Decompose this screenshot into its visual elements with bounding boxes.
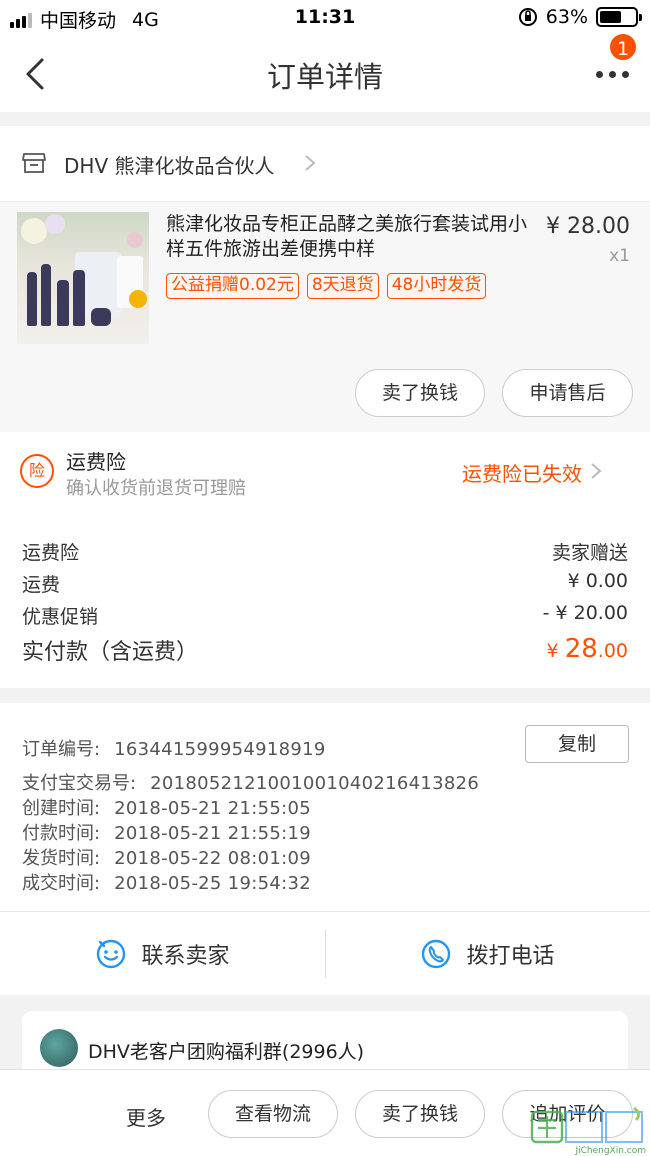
group-name[interactable]: DHV老客户团购福利群(2996人): [88, 1037, 364, 1064]
more-button[interactable]: 更多: [126, 1102, 166, 1131]
chat-bubble-icon: [97, 939, 126, 969]
info-label: 创建时间:: [22, 798, 101, 819]
product-price: ¥ 28.00: [546, 214, 630, 239]
info-label: 发货时间:: [22, 848, 101, 869]
watermark-text: JiChengXin.com: [575, 1146, 646, 1156]
info-label: 订单编号:: [22, 739, 101, 760]
product-title[interactable]: 熊津化妆品专柜正品酵之美旅行套装试用小样五件旅游出差便携中样: [166, 212, 536, 262]
fee-summary: 运费险 卖家赠送 运费 ¥ 0.00 优惠促销 - ¥ 20.00 实付款（含运…: [0, 512, 650, 688]
total-amount: ¥ 28.00: [547, 634, 628, 664]
service-tags: 公益捐赠0.02元 8天退货 48小时发货: [166, 273, 536, 299]
fee-label: 运费: [22, 574, 61, 596]
insurance-title: 运费险: [66, 450, 126, 474]
insurance-status[interactable]: 运费险已失效: [462, 458, 582, 487]
fee-value: - ¥ 20.00: [542, 602, 628, 624]
view-logistics-button[interactable]: 查看物流: [208, 1090, 338, 1138]
chevron-right-icon: [305, 155, 316, 171]
order-number: 订单编号: 163441599954918919: [22, 735, 326, 761]
notification-badge: 1: [608, 32, 638, 62]
more-dots-icon[interactable]: [596, 62, 630, 86]
insurance-icon: 险: [20, 454, 54, 488]
sell-button[interactable]: 卖了换钱: [355, 1090, 485, 1138]
info-value: 2018-05-21 21:55:05: [114, 798, 311, 819]
total-row: 实付款（含运费） ¥ 28.00: [22, 634, 628, 670]
contact-seller-button[interactable]: 联系卖家: [0, 912, 325, 996]
shop-row[interactable]: DHV 熊津化妆品合伙人: [0, 126, 650, 202]
product-item[interactable]: 熊津化妆品专柜正品酵之美旅行套装试用小样五件旅游出差便携中样 ¥ 28.00 x…: [0, 202, 650, 432]
insurance-subtitle: 确认收货前退货可理赔: [66, 478, 246, 499]
call-phone-label: 拨打电话: [466, 944, 555, 969]
battery-fill: [600, 11, 622, 23]
battery-icon: [596, 7, 642, 27]
info-value: 2018-05-21 21:55:19: [114, 823, 311, 844]
chevron-right-icon: [591, 463, 602, 479]
total-label: 实付款（含运费）: [22, 640, 199, 665]
alipay-trade-number: 支付宝交易号: 2018052121001001040216413826: [22, 769, 479, 795]
order-info: 订单编号: 163441599954918919 复制 支付宝交易号: 201805…: [0, 703, 650, 911]
status-bar: 中国移动 4G 11:31 63%: [0, 0, 650, 36]
fee-value: 卖家赠送: [551, 542, 628, 564]
sell-button[interactable]: 卖了换钱: [355, 369, 485, 417]
info-label: 支付宝交易号:: [22, 773, 137, 794]
shop-name[interactable]: DHV 熊津化妆品合伙人: [64, 150, 274, 179]
fee-row: 优惠促销 - ¥ 20.00: [22, 602, 628, 632]
fee-value: ¥ 0.00: [567, 570, 628, 592]
product-image[interactable]: [17, 212, 149, 344]
total-decimal: .00: [597, 640, 628, 662]
info-label: 付款时间:: [22, 823, 101, 844]
contact-seller-label: 联系卖家: [141, 944, 230, 969]
copy-button[interactable]: 复制: [525, 725, 629, 763]
store-icon: [22, 153, 46, 173]
call-phone-button[interactable]: 拨打电话: [325, 912, 650, 996]
fee-row: 运费险 卖家赠送: [22, 538, 628, 568]
page-title: 订单详情: [266, 60, 383, 94]
info-value: 2018-05-25 19:54:32: [114, 873, 311, 894]
info-value: 2018-05-22 08:01:09: [114, 848, 311, 869]
status-right: 63%: [518, 6, 642, 28]
group-avatar: [40, 1029, 78, 1067]
info-value: 163441599954918919: [114, 739, 326, 760]
fee-label: 优惠促销: [22, 606, 99, 628]
phone-icon: [422, 939, 451, 969]
nav-bar: 订单详情 1: [0, 32, 650, 112]
info-value: 2018052121001001040216413826: [150, 773, 480, 794]
service-tag: 48小时发货: [386, 273, 487, 299]
fee-label: 运费险: [22, 542, 80, 564]
shipping-insurance-row[interactable]: 险 运费险 确认收货前退货可理赔 运费险已失效: [0, 432, 650, 512]
total-integer: 28: [564, 634, 598, 664]
bottom-action-bar: 更多 查看物流 卖了换钱 追加评价 JiChengXin.com: [0, 1069, 650, 1156]
created-time: 创建时间: 2018-05-21 21:55:05: [22, 794, 311, 820]
product-quantity: x1: [609, 246, 630, 266]
paid-time: 付款时间: 2018-05-21 21:55:19: [22, 819, 311, 845]
contact-bar: 联系卖家 拨打电话: [0, 911, 650, 995]
after-sale-button[interactable]: 申请售后: [502, 369, 633, 417]
rotation-lock-icon: [518, 8, 537, 26]
completed-time: 成交时间: 2018-05-25 19:54:32: [22, 869, 311, 895]
info-label: 成交时间:: [22, 873, 101, 894]
shipped-time: 发货时间: 2018-05-22 08:01:09: [22, 844, 311, 870]
total-currency: ¥: [546, 640, 565, 662]
fee-row: 运费 ¥ 0.00: [22, 570, 628, 600]
service-tag: 8天退货: [306, 273, 379, 299]
battery-percent: 63%: [545, 6, 588, 28]
service-tag: 公益捐赠0.02元: [166, 273, 299, 299]
